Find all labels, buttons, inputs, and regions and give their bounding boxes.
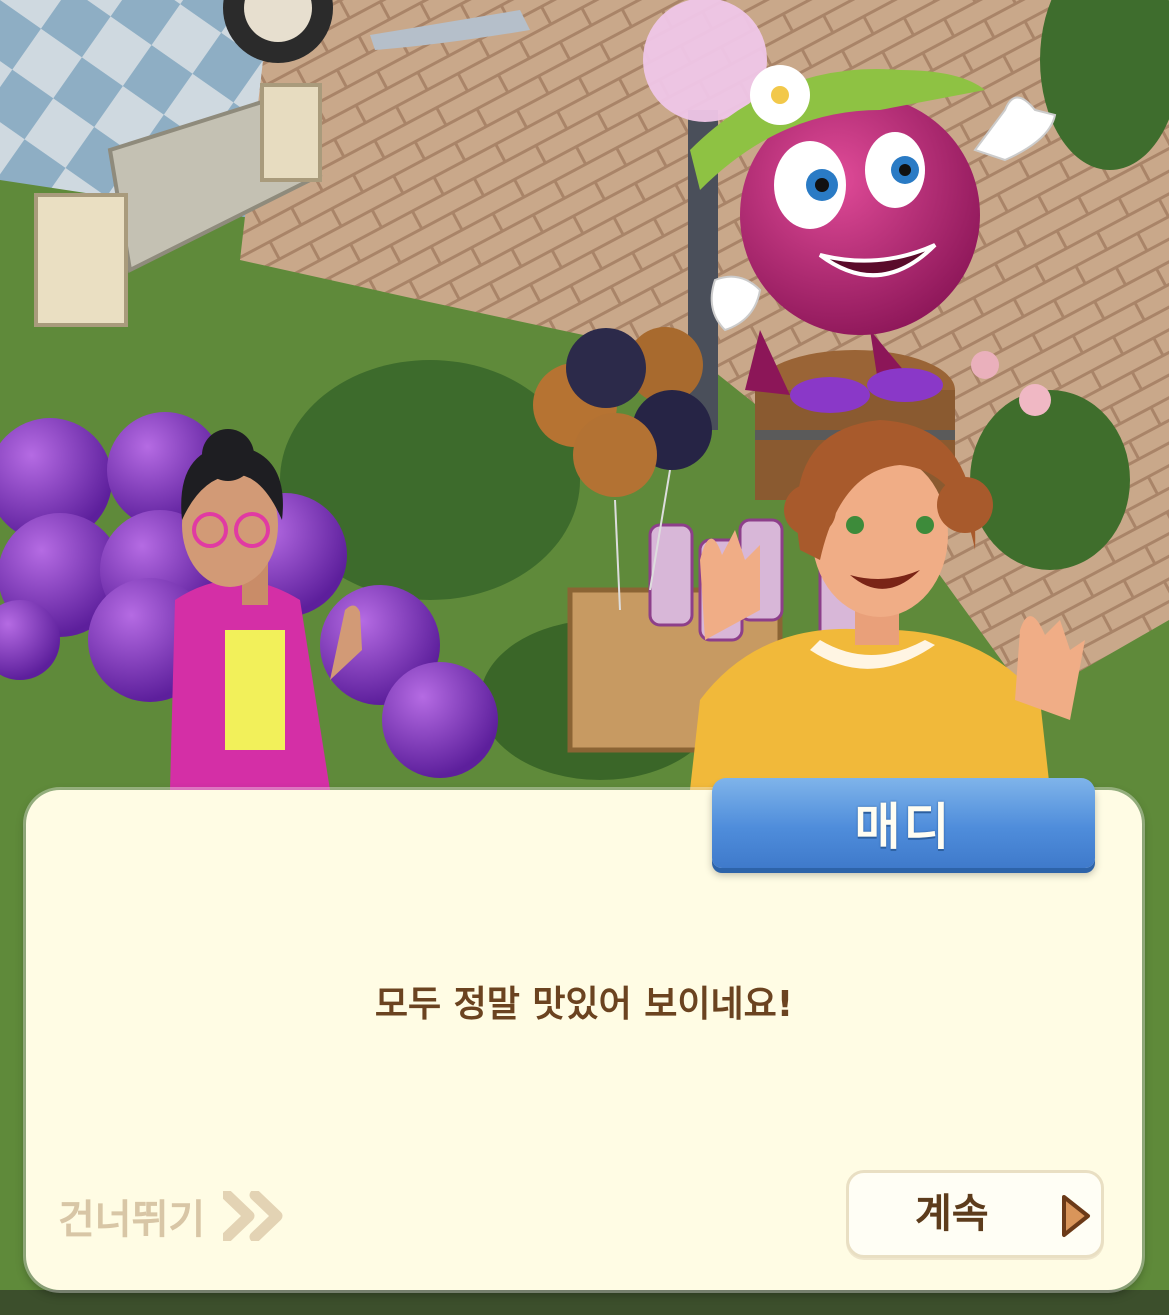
- skip-label: 건너뛰기: [58, 1197, 206, 1243]
- speaker-name: 매디: [854, 798, 953, 856]
- continue-button[interactable]: 계속: [846, 1170, 1104, 1258]
- dialog-text: 모두 정말 맛있어 보이네요!: [374, 984, 794, 1025]
- play-triangle-icon: [1062, 1195, 1090, 1237]
- continue-label: 계속: [915, 1191, 989, 1237]
- speaker-nameplate: 매디: [712, 778, 1095, 868]
- skip-button[interactable]: 건너뛰기: [58, 1188, 285, 1244]
- double-chevron-right-icon: [223, 1191, 283, 1241]
